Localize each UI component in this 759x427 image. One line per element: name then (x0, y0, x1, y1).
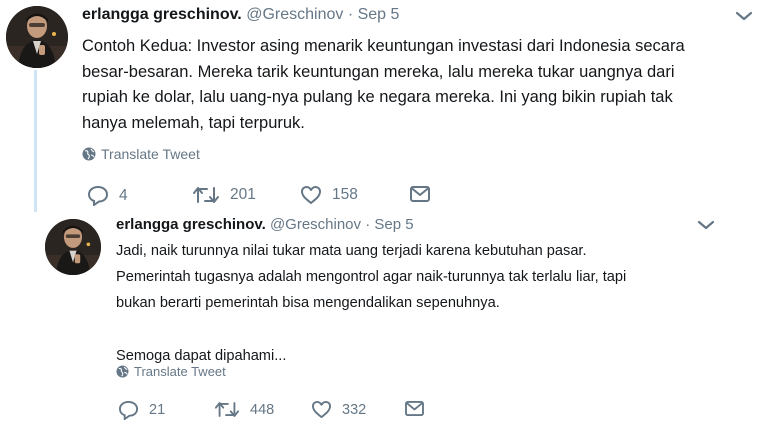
reply-button[interactable]: 21 (118, 400, 165, 420)
tweet-2[interactable]: erlangga greschinov. @Greschinov · Sep 5… (0, 212, 759, 427)
like-button[interactable]: 332 (311, 400, 366, 419)
tweet-text-line (116, 317, 626, 343)
thread-connector (34, 70, 37, 212)
reply-icon (118, 400, 139, 420)
retweet-button[interactable]: 201 (192, 185, 256, 205)
tweet-text-line: Jadi, naik turunnya nilai tukar mata uan… (116, 243, 587, 259)
direct-message-button[interactable] (404, 400, 425, 417)
separator: · (365, 216, 371, 233)
translate-tweet-link[interactable]: Translate Tweet (82, 146, 200, 162)
reply-count: 21 (149, 402, 166, 418)
like-count: 332 (342, 401, 367, 418)
retweet-icon (193, 187, 219, 203)
tweet-text-line: hanya melemah, tapi terpuruk. (82, 113, 305, 132)
like-icon (312, 400, 331, 419)
retweet-count: 201 (230, 186, 256, 203)
avatar[interactable] (6, 6, 68, 68)
avatar[interactable] (45, 219, 101, 275)
globe-icon (82, 147, 96, 161)
tweet-text: Jadi, naik turunnya nilai tukar mata uan… (116, 238, 626, 369)
direct-message-icon (410, 186, 430, 202)
tweet-text-line: bukan berarti pemerintah bisa mengendali… (116, 295, 500, 312)
like-button[interactable]: 158 (300, 185, 358, 205)
display-name[interactable]: erlangga greschinov. (116, 216, 266, 233)
reply-count: 4 (119, 186, 128, 204)
translate-tweet-link[interactable]: Translate Tweet (116, 364, 226, 379)
globe-icon (116, 365, 129, 378)
like-icon (301, 186, 321, 204)
display-name[interactable]: erlangga greschinov. (82, 6, 242, 23)
tweet-header: erlangga greschinov. @Greschinov · Sep 5 (82, 6, 399, 24)
avatar-photo (6, 6, 68, 68)
timestamp[interactable]: Sep 5 (358, 6, 400, 23)
direct-message-button[interactable] (409, 185, 431, 203)
tweet-text-line: rupiah ke dolar, lalu uang-nya pulang ke… (82, 88, 673, 106)
handle[interactable]: @Greschinov (270, 216, 361, 233)
tweet-text-line: besar-besaran. Mereka tarik keuntungan m… (82, 62, 675, 81)
handle[interactable]: @Greschinov (246, 6, 343, 23)
tweet-1[interactable]: erlangga greschinov. @Greschinov · Sep 5… (0, 0, 759, 212)
reply-icon (87, 185, 109, 206)
timestamp[interactable]: Sep 5 (374, 216, 413, 233)
like-count: 158 (332, 186, 358, 203)
translate-label[interactable]: Translate Tweet (101, 146, 200, 162)
chevron-down-icon[interactable] (697, 219, 715, 231)
separator: · (347, 6, 354, 23)
direct-message-icon (405, 400, 424, 417)
chevron-down-icon[interactable] (735, 10, 753, 22)
retweet-button[interactable]: 448 (214, 400, 274, 419)
avatar-photo (45, 219, 101, 275)
translate-label[interactable]: Translate Tweet (134, 364, 226, 379)
retweet-count: 448 (250, 401, 275, 418)
tweet-text: Contoh Kedua: Investor asing menarik keu… (82, 34, 685, 136)
retweet-icon (214, 402, 240, 417)
reply-button[interactable]: 4 (87, 185, 128, 206)
tweet-text-line: Contoh Kedua: Investor asing menarik keu… (82, 37, 685, 55)
tweet-text-line: Pemerintah tugasnya adalah mengontrol ag… (116, 269, 627, 286)
tweet-header: erlangga greschinov. @Greschinov · Sep 5 (116, 216, 414, 233)
